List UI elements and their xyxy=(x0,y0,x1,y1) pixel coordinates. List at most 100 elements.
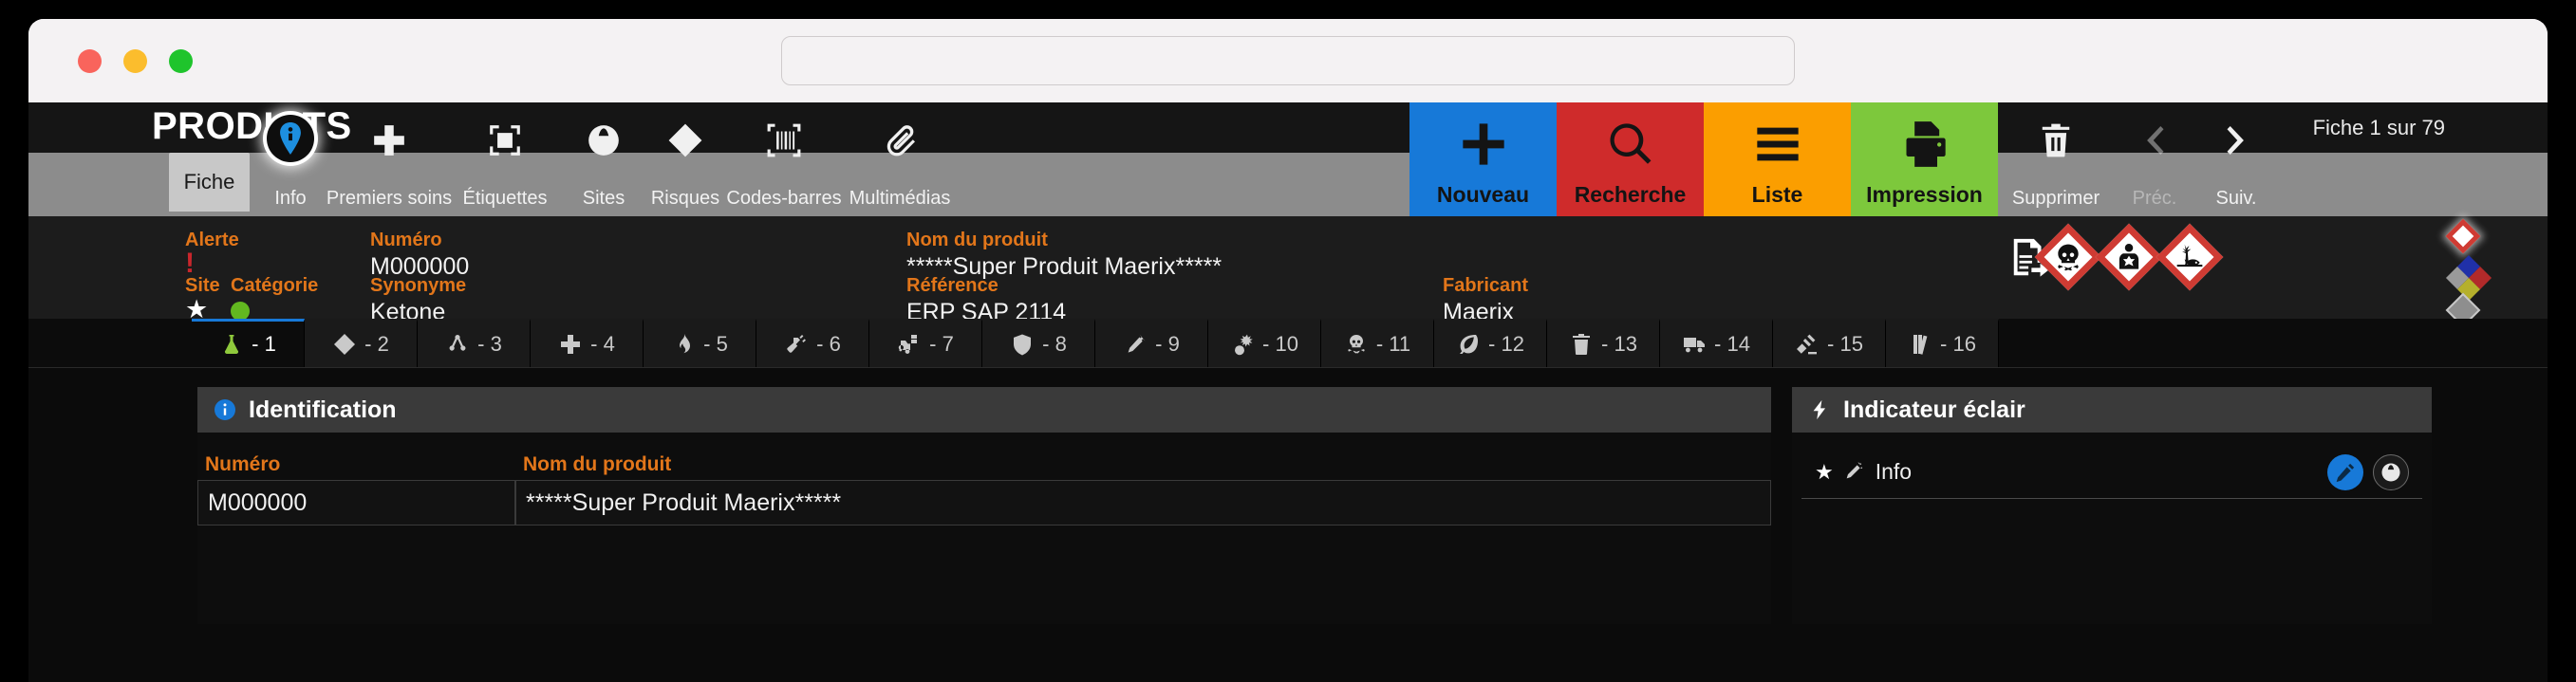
printer-icon xyxy=(1906,121,1946,167)
skull-icon xyxy=(2051,240,2085,274)
nav-item-risques[interactable]: Risques xyxy=(644,102,726,216)
nav-item-codes-barres[interactable]: Codes-barres xyxy=(726,102,842,216)
favorite-star-icon[interactable]: ★ xyxy=(1815,460,1834,485)
identification-panel-header: Identification xyxy=(197,387,1771,433)
nav-item-etiquettes[interactable]: Étiquettes xyxy=(447,102,563,216)
tab-1-label: - 1 xyxy=(252,332,276,356)
ghs-environment-pictogram[interactable] xyxy=(2156,223,2224,291)
globe-icon xyxy=(2381,462,2400,482)
nav-item-supprimer-label: Supprimer xyxy=(2011,188,2100,209)
trash-icon xyxy=(2030,115,2081,166)
tab-5[interactable]: - 5 xyxy=(644,319,756,367)
dead-tree-fish-icon xyxy=(2173,240,2207,274)
tab-11[interactable]: - 11 xyxy=(1321,319,1434,367)
nav-item-multimedias[interactable]: Multimédias xyxy=(842,102,958,216)
tab-2[interactable]: - 2 xyxy=(305,319,418,367)
web-button[interactable] xyxy=(2373,453,2409,490)
tab-fiche[interactable]: Fiche xyxy=(169,153,250,212)
field-nom-produit-input[interactable]: *****Super Produit Maerix***** xyxy=(515,480,1771,525)
flame-icon xyxy=(671,332,696,357)
tab-1[interactable]: - 1 xyxy=(192,319,305,367)
field-synonyme-label: Synonyme xyxy=(370,275,467,296)
tab-11-label: - 11 xyxy=(1375,332,1411,356)
tab-16-label: - 16 xyxy=(1940,332,1976,356)
nfpa-704-diamond[interactable] xyxy=(2445,254,2492,302)
flask-green-icon xyxy=(219,332,244,357)
books-icon xyxy=(1908,332,1932,357)
leaf-icon xyxy=(1456,332,1481,357)
tab-12-label: - 12 xyxy=(1488,332,1524,356)
recherche-button-label: Recherche xyxy=(1574,182,1687,207)
nav-item-premiers-soins-label: Premiers soins xyxy=(326,188,453,209)
tab-10[interactable]: - 10 xyxy=(1208,319,1321,367)
nav-item-suivant-label: Suiv. xyxy=(2215,188,2257,209)
field-nom-produit-label: Nom du produit xyxy=(906,230,1048,250)
nav-item-codes-barres-label: Codes-barres xyxy=(726,188,842,209)
tab-10-label: - 10 xyxy=(1262,332,1298,356)
nav-item-multimedias-label: Multimédias xyxy=(849,188,951,209)
tab-9[interactable]: - 9 xyxy=(1095,319,1208,367)
nav-item-suivant[interactable]: Suiv. xyxy=(2195,102,2277,216)
navigation-band: Fiche Info Premiers soins Étiquettes Sit… xyxy=(28,102,2548,216)
nav-item-supprimer[interactable]: Supprimer xyxy=(1998,102,2114,216)
tab-7-label: - 7 xyxy=(929,332,954,356)
tab-15-label: - 15 xyxy=(1827,332,1863,356)
tab-6-label: - 6 xyxy=(816,332,841,356)
indicateur-eclair-panel: Indicateur éclair ★ Info xyxy=(1792,387,2432,624)
tab-4[interactable]: - 4 xyxy=(531,319,644,367)
main-content: Identification Numéro M000000 Nom du pro… xyxy=(28,368,2548,624)
info-pin-icon xyxy=(267,115,314,162)
tab-13[interactable]: - 13 xyxy=(1547,319,1660,367)
nav-item-info[interactable]: Info xyxy=(250,102,331,216)
impression-button[interactable]: Impression xyxy=(1851,102,1998,216)
tab-16[interactable]: - 16 xyxy=(1886,319,1999,367)
field-site: Site ★ xyxy=(185,275,220,323)
ghs-skull-crossbones-pictogram[interactable] xyxy=(2034,223,2102,291)
tab-15[interactable]: - 15 xyxy=(1773,319,1886,367)
spray-bottle-icon xyxy=(784,332,809,357)
paperclip-icon xyxy=(874,115,925,166)
diamond-indicator-stack xyxy=(2445,218,2502,328)
tab-14[interactable]: - 14 xyxy=(1660,319,1773,367)
address-bar-input[interactable] xyxy=(781,36,1795,85)
label-tag-icon xyxy=(479,115,531,166)
tab-13-label: - 13 xyxy=(1601,332,1637,356)
tab-8[interactable]: - 8 xyxy=(982,319,1095,367)
indicateur-row: ★ Info xyxy=(1801,446,2422,499)
first-aid-cross-icon xyxy=(364,115,415,166)
tab-3[interactable]: - 3 xyxy=(418,319,531,367)
gavel-icon xyxy=(1795,332,1820,357)
nav-item-precedent[interactable]: Préc. xyxy=(2114,102,2195,216)
barcode-icon xyxy=(758,115,810,166)
tab-3-label: - 3 xyxy=(477,332,502,356)
tab-12[interactable]: - 12 xyxy=(1434,319,1547,367)
megaphone-icon xyxy=(1843,461,1866,484)
magnifier-icon xyxy=(1609,123,1651,164)
recherche-button[interactable]: Recherche xyxy=(1557,102,1704,216)
maximize-window-button[interactable] xyxy=(169,48,193,73)
trash-icon xyxy=(1569,332,1594,357)
forklift-icon xyxy=(897,332,922,357)
nav-item-sites-label: Sites xyxy=(582,188,625,209)
field-numero-input[interactable]: M000000 xyxy=(197,480,515,525)
field-numero: Numéro M000000 xyxy=(370,230,469,281)
explosion-icon xyxy=(1230,332,1255,357)
impression-button-label: Impression xyxy=(1866,182,1983,207)
browser-window: PRODUITS Fiche 1 sur 79 Fiche Info Premi… xyxy=(28,19,2548,682)
close-window-button[interactable] xyxy=(78,48,102,73)
nav-item-sites[interactable]: Sites xyxy=(563,102,644,216)
tab-7[interactable]: - 7 xyxy=(869,319,982,367)
ghs-health-hazard-pictogram[interactable] xyxy=(2095,223,2163,291)
minimize-window-button[interactable] xyxy=(123,48,147,73)
identification-fields: Numéro M000000 Nom du produit *****Super… xyxy=(197,433,1771,525)
identification-panel-title: Identification xyxy=(249,396,397,423)
nouveau-button[interactable]: Nouveau xyxy=(1409,102,1557,216)
edit-button[interactable] xyxy=(2327,453,2363,490)
ghs-diamond-indicator[interactable] xyxy=(2445,218,2481,254)
liste-button[interactable]: Liste xyxy=(1704,102,1851,216)
first-aid-cross-icon xyxy=(558,332,583,357)
nav-item-premiers-soins[interactable]: Premiers soins xyxy=(327,102,452,216)
tab-6[interactable]: - 6 xyxy=(756,319,869,367)
list-lines-icon xyxy=(1756,127,1799,161)
tab-4-label: - 4 xyxy=(590,332,615,356)
